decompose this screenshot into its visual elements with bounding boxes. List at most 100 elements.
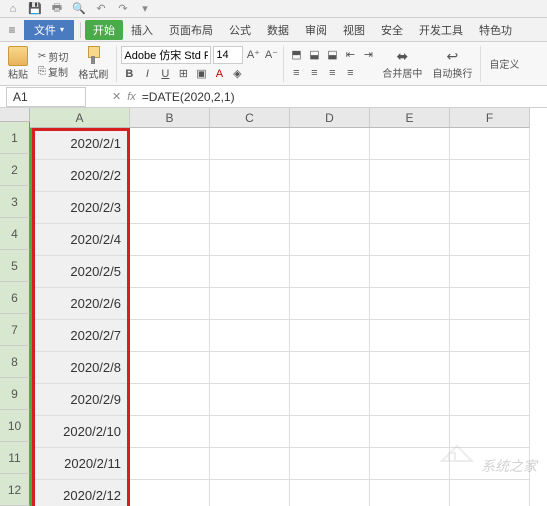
cell-A8[interactable]: 2020/2/8	[30, 352, 130, 384]
increase-font-icon[interactable]: A⁺	[245, 47, 261, 63]
cell-C11[interactable]	[210, 448, 290, 480]
cell-F9[interactable]	[450, 384, 530, 416]
col-header-D[interactable]: D	[290, 108, 370, 128]
copy-label[interactable]: 复制	[48, 64, 68, 79]
col-header-C[interactable]: C	[210, 108, 290, 128]
cell-F4[interactable]	[450, 224, 530, 256]
cell-F6[interactable]	[450, 288, 530, 320]
preview-icon[interactable]: 🔍	[72, 2, 86, 15]
cell-E11[interactable]	[370, 448, 450, 480]
tab-9[interactable]: 特色功	[471, 20, 520, 40]
cut-label[interactable]: 剪切	[48, 49, 68, 64]
fill-color-button[interactable]: ▣	[193, 66, 209, 82]
align-bottom-icon[interactable]: ⬓	[324, 47, 340, 63]
cell-B4[interactable]	[130, 224, 210, 256]
undo-icon[interactable]: ↶	[94, 2, 108, 15]
cell-E1[interactable]	[370, 128, 450, 160]
border-button[interactable]: ⊞	[175, 66, 191, 82]
tab-4[interactable]: 数据	[259, 20, 297, 40]
tab-0[interactable]: 开始	[85, 20, 123, 40]
row-header-11[interactable]: 11	[0, 442, 30, 474]
cell-A4[interactable]: 2020/2/4	[30, 224, 130, 256]
row-header-12[interactable]: 12	[0, 474, 30, 506]
cell-B2[interactable]	[130, 160, 210, 192]
cell-E8[interactable]	[370, 352, 450, 384]
cell-D6[interactable]	[290, 288, 370, 320]
justify-icon[interactable]: ≡	[342, 65, 358, 81]
cell-A7[interactable]: 2020/2/7	[30, 320, 130, 352]
name-box[interactable]: A1	[6, 87, 86, 107]
cell-C7[interactable]	[210, 320, 290, 352]
cell-F8[interactable]	[450, 352, 530, 384]
cell-D2[interactable]	[290, 160, 370, 192]
cell-B7[interactable]	[130, 320, 210, 352]
col-header-E[interactable]: E	[370, 108, 450, 128]
tab-5[interactable]: 审阅	[297, 20, 335, 40]
tab-3[interactable]: 公式	[221, 20, 259, 40]
row-header-9[interactable]: 9	[0, 378, 30, 410]
print-icon[interactable]: 🖶	[50, 0, 64, 18]
select-all-corner[interactable]	[0, 108, 30, 122]
underline-button[interactable]: U	[157, 66, 173, 82]
cell-D5[interactable]	[290, 256, 370, 288]
cell-C12[interactable]	[210, 480, 290, 506]
cell-C1[interactable]	[210, 128, 290, 160]
cell-F1[interactable]	[450, 128, 530, 160]
cell-A3[interactable]: 2020/2/3	[30, 192, 130, 224]
align-middle-icon[interactable]: ⬓	[306, 47, 322, 63]
align-left-icon[interactable]: ≡	[288, 65, 304, 81]
cell-A9[interactable]: 2020/2/9	[30, 384, 130, 416]
cell-D9[interactable]	[290, 384, 370, 416]
row-header-8[interactable]: 8	[0, 346, 30, 378]
format-painter-icon[interactable]	[85, 46, 101, 66]
grid[interactable]: 2020/2/12020/2/22020/2/32020/2/42020/2/5…	[30, 128, 547, 506]
cell-C9[interactable]	[210, 384, 290, 416]
cell-B9[interactable]	[130, 384, 210, 416]
cell-A6[interactable]: 2020/2/6	[30, 288, 130, 320]
cell-F12[interactable]	[450, 480, 530, 506]
tab-8[interactable]: 开发工具	[411, 20, 471, 40]
italic-button[interactable]: I	[139, 66, 155, 82]
cell-B8[interactable]	[130, 352, 210, 384]
scissors-icon[interactable]: ✂	[38, 51, 46, 62]
app-menu-icon[interactable]: ≡	[4, 23, 20, 37]
tab-6[interactable]: 视图	[335, 20, 373, 40]
merge-icon[interactable]: ⬌	[397, 48, 409, 65]
align-top-icon[interactable]: ⬒	[288, 47, 304, 63]
cell-D10[interactable]	[290, 416, 370, 448]
paste-icon[interactable]	[8, 46, 28, 66]
align-center-icon[interactable]: ≡	[306, 65, 322, 81]
cell-E9[interactable]	[370, 384, 450, 416]
row-header-3[interactable]: 3	[0, 186, 30, 218]
align-right-icon[interactable]: ≡	[324, 65, 340, 81]
cell-F5[interactable]	[450, 256, 530, 288]
cell-A11[interactable]: 2020/2/11	[30, 448, 130, 480]
cell-B5[interactable]	[130, 256, 210, 288]
file-menu[interactable]: 文件 ▾	[24, 20, 74, 40]
indent-dec-icon[interactable]: ⇤	[342, 47, 358, 63]
cell-A5[interactable]: 2020/2/5	[30, 256, 130, 288]
cell-A1[interactable]: 2020/2/1	[30, 128, 130, 160]
cell-E7[interactable]	[370, 320, 450, 352]
cell-E5[interactable]	[370, 256, 450, 288]
row-header-10[interactable]: 10	[0, 410, 30, 442]
cell-D4[interactable]	[290, 224, 370, 256]
style-label[interactable]: 自定义	[489, 56, 519, 71]
cell-D1[interactable]	[290, 128, 370, 160]
cell-E3[interactable]	[370, 192, 450, 224]
bold-button[interactable]: B	[121, 66, 137, 82]
cancel-formula-icon[interactable]: ✕	[112, 90, 121, 103]
cell-F3[interactable]	[450, 192, 530, 224]
cell-C4[interactable]	[210, 224, 290, 256]
cell-B6[interactable]	[130, 288, 210, 320]
row-header-1[interactable]: 1	[0, 122, 30, 154]
cell-C8[interactable]	[210, 352, 290, 384]
cell-D12[interactable]	[290, 480, 370, 506]
cell-C6[interactable]	[210, 288, 290, 320]
cell-F2[interactable]	[450, 160, 530, 192]
cell-F11[interactable]	[450, 448, 530, 480]
decrease-font-icon[interactable]: A⁻	[263, 47, 279, 63]
cell-B1[interactable]	[130, 128, 210, 160]
cell-C2[interactable]	[210, 160, 290, 192]
cell-B10[interactable]	[130, 416, 210, 448]
